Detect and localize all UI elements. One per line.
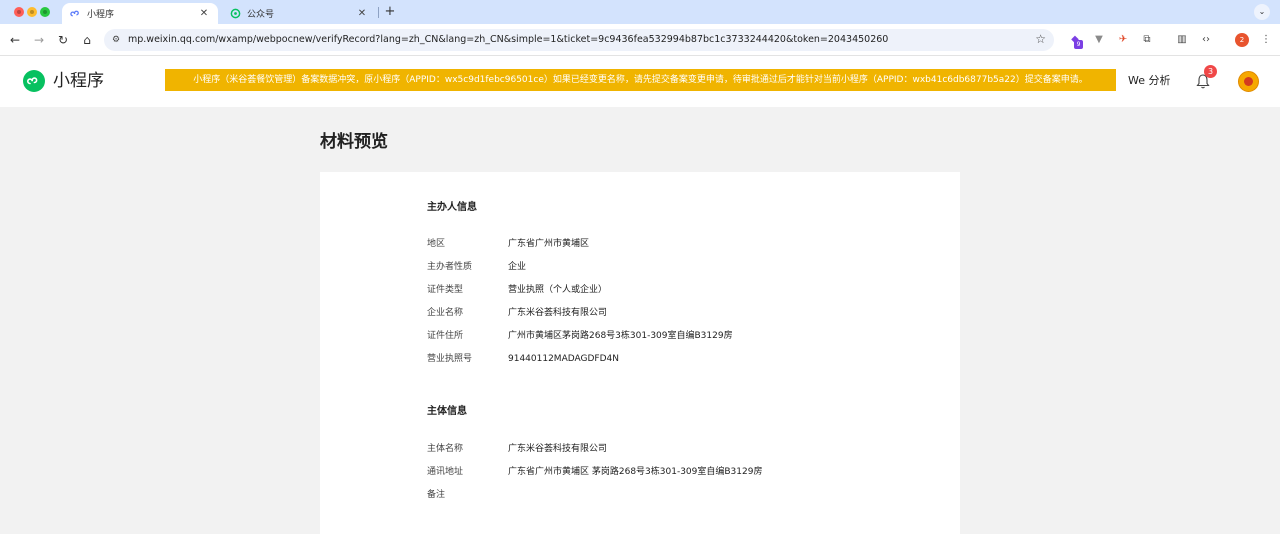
notification-count-badge: 3 [1204,65,1217,78]
info-row: 地区 广东省广州市黄埔区 [427,237,947,251]
info-row: 备注 [427,488,947,502]
row-label: 企业名称 [427,308,464,318]
extensions-puzzle-icon[interactable]: ⧉ [1140,33,1154,47]
info-row: 营业执照号 91440112MADAGDFD4N [427,352,947,366]
bookmark-star-icon[interactable]: ☆ [1035,32,1046,46]
sponsor-info-title: 主办人信息 [427,202,477,213]
row-label: 证件类型 [427,285,464,295]
we-analytics-link[interactable]: We 分析 [1128,74,1171,88]
extension-dart-icon[interactable]: ✈ [1116,33,1130,47]
profile-avatar-icon[interactable]: 2 [1235,33,1249,47]
info-row: 主体名称 广东米谷荟科技有限公司 [427,442,947,456]
row-label: 证件住所 [427,331,464,341]
conflict-notice-banner: 小程序（米谷荟餐饮管理）备案数据冲突，原小程序（APPID：wx5c9d1feb… [165,69,1116,91]
window-minimize-icon[interactable] [27,7,37,17]
tab-close-icon[interactable]: ✕ [356,8,368,19]
row-value: 企业 [508,262,527,272]
tab-close-icon[interactable]: ✕ [198,8,210,19]
row-label: 通讯地址 [427,467,464,477]
new-tab-button[interactable]: + [383,3,397,21]
tab-separator [378,7,379,18]
info-row: 主办者性质 企业 [427,260,947,274]
info-row: 企业名称 广东米谷荟科技有限公司 [427,306,947,320]
row-value: 广东米谷荟科技有限公司 [508,308,608,318]
reload-icon[interactable]: ↻ [55,32,71,48]
row-label: 地区 [427,239,446,249]
tab-miniprogram[interactable]: 小程序 ✕ [62,3,218,24]
home-icon[interactable]: ⌂ [79,32,95,48]
user-avatar[interactable] [1238,71,1259,92]
official-account-favicon-icon [230,8,241,19]
row-label: 主体名称 [427,444,464,454]
tab-search-chevron-icon[interactable]: ⌄ [1254,4,1270,20]
row-label: 营业执照号 [427,354,473,364]
app-header: 小程序 小程序（米谷荟餐饮管理）备案数据冲突，原小程序（APPID：wx5c9d… [0,56,1280,107]
site-settings-icon[interactable]: ⚙ [110,34,122,46]
logo-text[interactable]: 小程序 [53,70,104,92]
tab-title: 公众号 [247,10,275,20]
window-close-icon[interactable] [14,7,24,17]
page-title: 材料预览 [320,132,388,152]
devtools-code-icon[interactable]: ‹› [1199,33,1213,47]
row-value: 营业执照（个人或企业） [508,285,608,295]
url-text[interactable]: mp.weixin.qq.com/wxamp/webpocnew/verifyR… [128,33,888,47]
tab-official-account[interactable]: 公众号 ✕ [222,3,376,24]
material-preview-card: 主办人信息 地区 广东省广州市黄埔区 主办者性质 企业 证件类型 营业执照（个人… [320,172,960,534]
info-row: 证件类型 营业执照（个人或企业） [427,283,947,297]
back-arrow-icon[interactable]: ← [7,32,23,48]
browser-tab-bar: 小程序 ✕ 公众号 ✕ + ⌄ [0,0,1280,24]
row-value: 91440112MADAGDFD4N [508,354,619,364]
info-row: 通讯地址 广东省广州市黄埔区 茅岗路268号3栋301-309室自编B3129房 [427,465,947,479]
tab-title: 小程序 [87,10,115,20]
browser-menu-icon[interactable]: ⋮ [1259,33,1273,47]
reading-list-icon[interactable]: ▥ [1175,33,1189,47]
row-value: 广东米谷荟科技有限公司 [508,444,608,454]
row-label: 主办者性质 [427,262,473,272]
row-value: 广东省广州市黄埔区 [508,239,590,249]
extension-badge: 9 [1074,40,1083,49]
row-label: 备注 [427,490,446,500]
browser-toolbar: ← → ↻ ⌂ ⚙ mp.weixin.qq.com/wxamp/webpocn… [0,24,1280,56]
address-bar[interactable]: ⚙ mp.weixin.qq.com/wxamp/webpocnew/verif… [104,29,1054,51]
subject-info-title: 主体信息 [427,406,467,417]
info-row: 证件住所 广州市黄埔区茅岗路268号3栋301-309室自编B3129房 [427,329,947,343]
miniprogram-favicon-icon [70,10,79,17]
row-value: 广州市黄埔区茅岗路268号3栋301-309室自编B3129房 [508,331,733,341]
forward-arrow-icon[interactable]: → [31,32,47,48]
window-maximize-icon[interactable] [40,7,50,17]
row-value: 广东省广州市黄埔区 茅岗路268号3栋301-309室自编B3129房 [508,467,763,477]
miniprogram-logo-icon [23,70,45,92]
extension-v-icon[interactable]: ▼ [1092,33,1106,47]
